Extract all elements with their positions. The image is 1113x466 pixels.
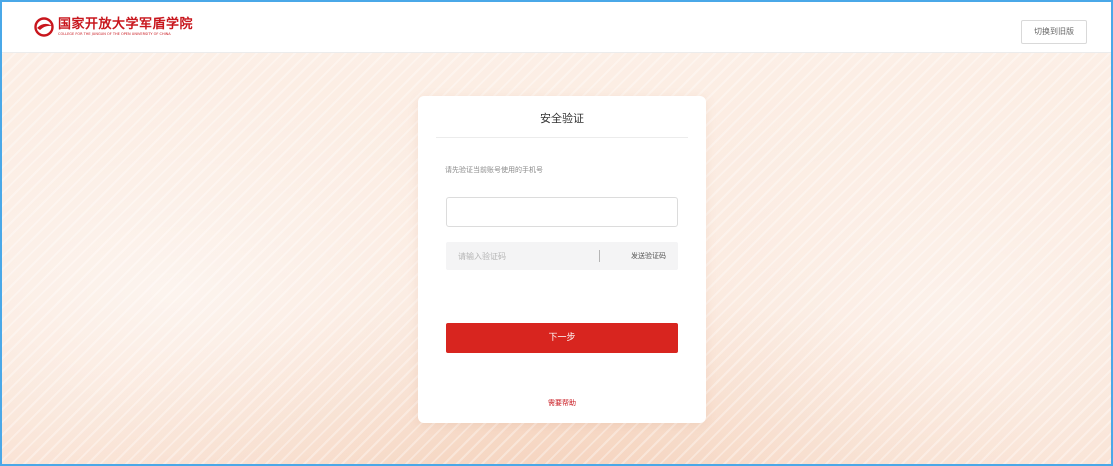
verification-code-input[interactable] [446, 242, 596, 270]
college-emblem-icon [34, 17, 54, 37]
next-step-button[interactable]: 下一步 [446, 323, 678, 353]
security-verification-card: 安全验证 请先验证当前账号使用的手机号 发送验证码 下一步 需要帮助 [418, 96, 706, 423]
top-header: 国家开放大学军盾学院 COLLEGE FOR THE JUNGUN OF THE… [2, 2, 1111, 53]
verify-hint: 请先验证当前账号使用的手机号 [445, 166, 543, 174]
send-code-button[interactable]: 发送验证码 [631, 242, 666, 270]
phone-number-input[interactable] [446, 197, 678, 227]
browser-frame: 国家开放大学军盾学院 COLLEGE FOR THE JUNGUN OF THE… [0, 0, 1113, 466]
help-link[interactable]: 需要帮助 [418, 398, 706, 408]
site-logo[interactable]: 国家开放大学军盾学院 COLLEGE FOR THE JUNGUN OF THE… [34, 17, 193, 37]
title-divider [436, 137, 688, 138]
logo-subtitle: COLLEGE FOR THE JUNGUN OF THE OPEN UNIVE… [58, 31, 171, 36]
logo-title: 国家开放大学军盾学院 [58, 16, 194, 32]
verification-code-row: 发送验证码 [446, 242, 678, 270]
code-divider [599, 250, 600, 262]
switch-version-button[interactable]: 切换到旧版 [1021, 20, 1087, 44]
card-title: 安全验证 [540, 112, 584, 125]
logo-text: 国家开放大学军盾学院 COLLEGE FOR THE JUNGUN OF THE… [58, 16, 194, 37]
